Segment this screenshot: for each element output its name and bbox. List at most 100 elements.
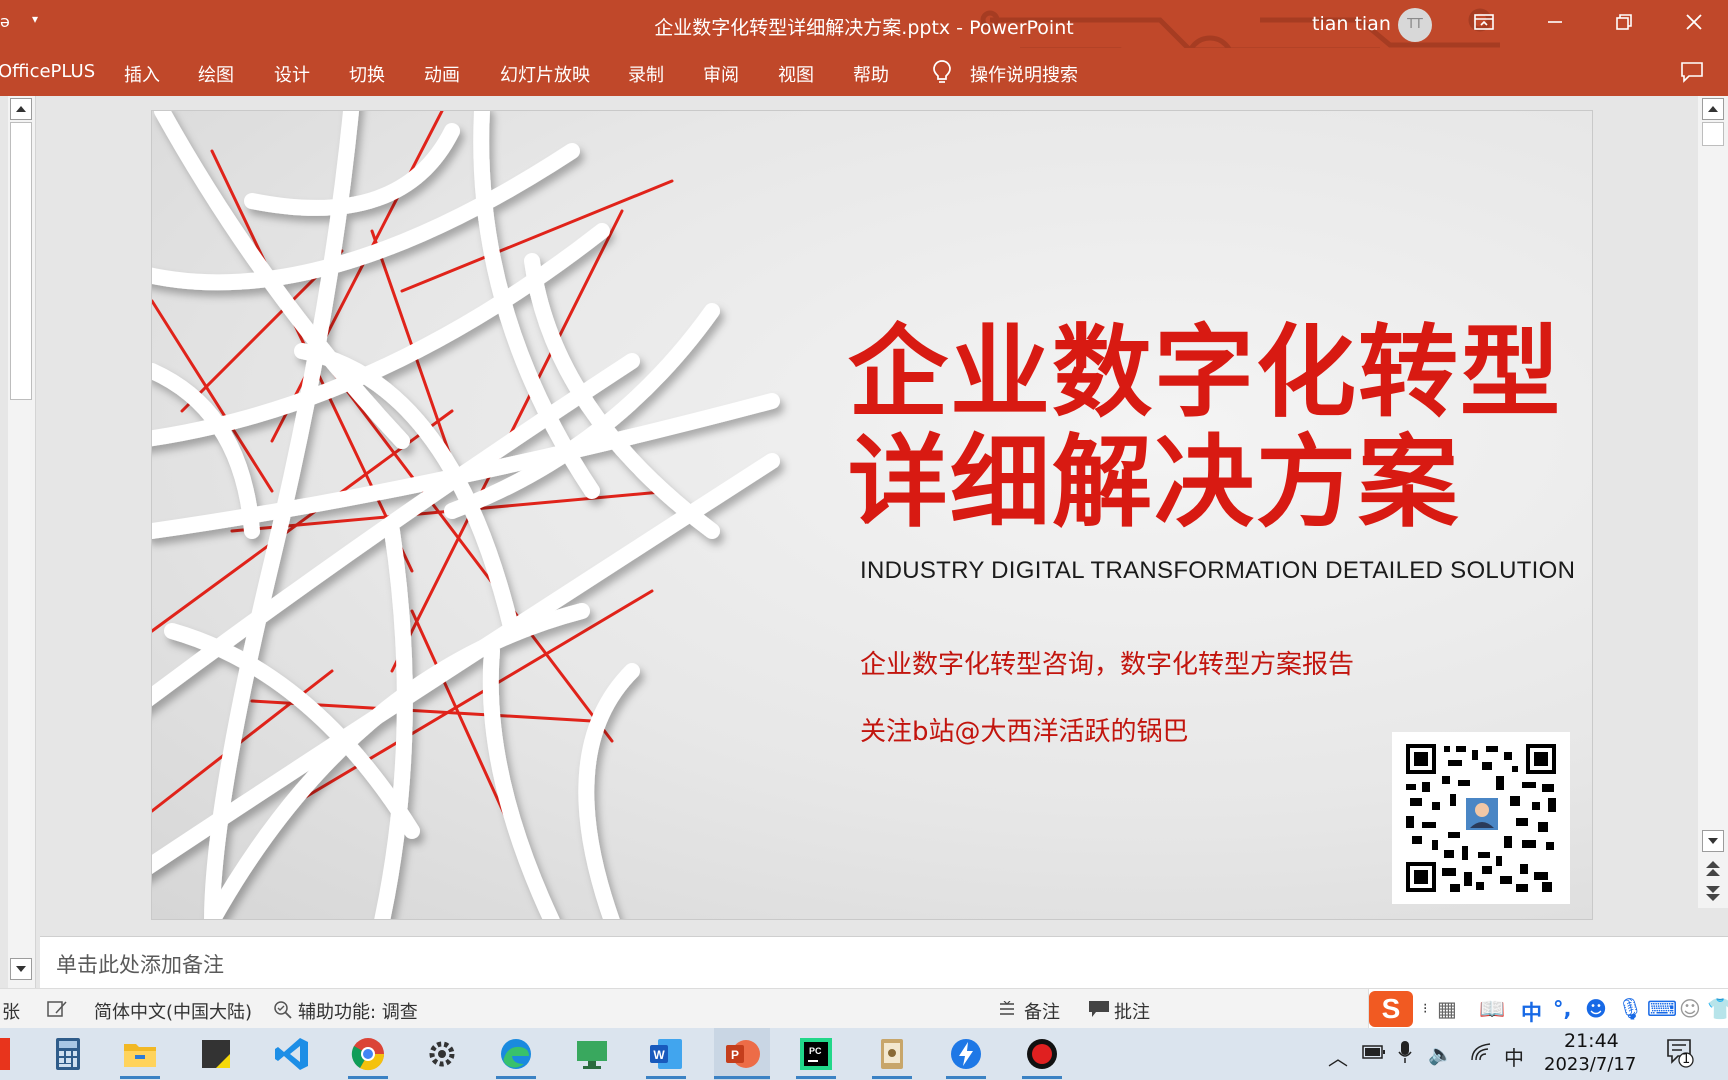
wifi-icon[interactable] bbox=[1470, 1042, 1492, 1062]
running-indicator bbox=[872, 1076, 912, 1079]
tab-draw[interactable]: 绘图 bbox=[198, 61, 234, 87]
keyboard-icon[interactable]: ⌨ bbox=[1647, 997, 1677, 1021]
slide-subtitle-english[interactable]: INDUSTRY DIGITAL TRANSFORMATION DETAILED… bbox=[860, 557, 1575, 585]
tab-animations[interactable]: 动画 bbox=[424, 61, 460, 87]
tab-insert[interactable]: 插入 bbox=[124, 61, 160, 87]
avatar[interactable]: TT bbox=[1398, 8, 1432, 42]
comment-bubble-icon[interactable] bbox=[1088, 1000, 1110, 1018]
running-indicator bbox=[348, 1076, 388, 1079]
slide-counter[interactable]: 张 bbox=[2, 998, 20, 1024]
spelling-check-icon[interactable] bbox=[46, 999, 68, 1019]
arrow-up-icon bbox=[16, 106, 26, 112]
clock-time[interactable]: 21:44 bbox=[1564, 1030, 1619, 1052]
notes-app-icon[interactable] bbox=[872, 1034, 912, 1074]
tab-slideshow[interactable]: 幻灯片放映 bbox=[500, 61, 590, 87]
slide-canvas[interactable]: 企业数字化转型 详细解决方案 INDUSTRY DIGITAL TRANSFOR… bbox=[151, 110, 1593, 920]
comments-button[interactable]: 批注 bbox=[1114, 998, 1150, 1024]
lightbulb-icon[interactable] bbox=[930, 58, 954, 86]
slide-title-line2[interactable]: 详细解决方案 bbox=[848, 433, 1460, 533]
comments-icon[interactable] bbox=[1680, 61, 1704, 83]
status-bar: 张 简体中文(中国大陆) 辅助功能: 调查 备注 批注 S ⁝ ▦ 📖 中 °,… bbox=[0, 988, 1728, 1029]
minimize-icon[interactable] bbox=[1543, 10, 1567, 34]
chrome-icon[interactable] bbox=[348, 1034, 388, 1074]
language-indicator[interactable]: 简体中文(中国大陆) bbox=[94, 998, 252, 1024]
microphone-tray-icon[interactable] bbox=[1398, 1040, 1412, 1064]
accessibility-status[interactable]: 辅助功能: 调查 bbox=[298, 998, 418, 1024]
running-indicator bbox=[714, 1076, 770, 1079]
running-indicator bbox=[646, 1076, 686, 1079]
tab-officeplus[interactable]: OfficePLUS bbox=[0, 61, 95, 82]
tab-review[interactable]: 审阅 bbox=[703, 61, 739, 87]
left-scrollbar[interactable] bbox=[8, 96, 36, 992]
tab-help[interactable]: 帮助 bbox=[853, 61, 889, 87]
notes-icon[interactable] bbox=[998, 1001, 1016, 1017]
ribbon-tabs: OfficePLUS 插入 绘图 设计 切换 动画 幻灯片放映 录制 审阅 视图… bbox=[0, 48, 1728, 96]
edge-icon[interactable] bbox=[496, 1034, 536, 1074]
settings-icon[interactable] bbox=[422, 1034, 462, 1074]
user-center-icon[interactable]: ☺ bbox=[1679, 997, 1701, 1021]
running-indicator bbox=[1022, 1076, 1062, 1079]
xunlei-icon[interactable] bbox=[946, 1034, 986, 1074]
notes-button[interactable]: 备注 bbox=[1024, 998, 1060, 1024]
vscode-icon[interactable] bbox=[272, 1034, 312, 1074]
handle-icon[interactable]: ⁝ bbox=[1423, 1001, 1427, 1017]
tab-design[interactable]: 设计 bbox=[274, 61, 310, 87]
file-explorer-icon[interactable] bbox=[120, 1034, 160, 1074]
show-hidden-icons-icon[interactable]: ︿ bbox=[1328, 1042, 1348, 1071]
obs-icon[interactable] bbox=[1022, 1034, 1062, 1074]
ime-mode-chinese[interactable]: 中 bbox=[1521, 997, 1542, 1027]
scroll-thumb[interactable] bbox=[10, 122, 32, 400]
input-method-toolbar: S ⁝ ▦ 📖 中 °, ☻ 🎙 ⌨ ☺ 👕 bbox=[1368, 989, 1728, 1029]
running-indicator bbox=[946, 1076, 986, 1079]
running-indicator bbox=[120, 1076, 160, 1079]
slide-text-follow[interactable]: 关注b站@大西洋活跃的锅巴 bbox=[860, 711, 1189, 748]
remote-desktop-icon[interactable] bbox=[572, 1034, 612, 1074]
svg-text:PC: PC bbox=[809, 1046, 822, 1056]
notes-pane[interactable]: 单击此处添加备注 bbox=[40, 936, 1728, 988]
tab-record[interactable]: 录制 bbox=[628, 61, 664, 87]
powerpoint-icon[interactable]: P bbox=[722, 1034, 762, 1074]
tab-view[interactable]: 视图 bbox=[778, 61, 814, 87]
word-icon[interactable]: W bbox=[646, 1034, 686, 1074]
emoji-icon[interactable]: ☻ bbox=[1585, 997, 1607, 1021]
scroll-up-button-right[interactable] bbox=[1702, 98, 1724, 120]
volume-icon[interactable]: 🔈 bbox=[1428, 1042, 1453, 1066]
scroll-up-button[interactable] bbox=[10, 98, 32, 120]
running-indicator bbox=[796, 1076, 836, 1079]
right-scrollbar[interactable] bbox=[1698, 96, 1728, 908]
user-name[interactable]: tian tian bbox=[1312, 13, 1391, 35]
notification-count: 1 bbox=[1682, 1052, 1691, 1067]
grid-view-icon[interactable]: ▦ bbox=[1437, 997, 1457, 1021]
sogou-logo-icon[interactable]: S bbox=[1369, 991, 1413, 1027]
skin-icon[interactable]: 👕 bbox=[1707, 997, 1728, 1022]
document-title: 企业数字化转型详细解决方案.pptx - PowerPoint bbox=[654, 17, 1074, 39]
start-partial-icon[interactable] bbox=[0, 1038, 10, 1070]
scroll-down-button-right[interactable] bbox=[1702, 830, 1724, 852]
tell-me-search[interactable]: 操作说明搜索 bbox=[970, 61, 1078, 87]
ime-punctuation[interactable]: °, bbox=[1553, 997, 1571, 1021]
arrow-up-icon bbox=[1708, 106, 1718, 112]
close-icon[interactable] bbox=[1682, 10, 1706, 34]
prev-next-slide-icon[interactable] bbox=[1703, 858, 1723, 904]
slide-text-consulting[interactable]: 企业数字化转型咨询，数字化转型方案报告 bbox=[860, 644, 1354, 681]
pycharm-icon[interactable]: PC bbox=[796, 1034, 836, 1074]
taskbar: W P PC ︿ 🔈 中 21:44 2023/7/17 1 bbox=[0, 1028, 1728, 1080]
scroll-thumb-right[interactable] bbox=[1702, 122, 1724, 146]
svg-text:W: W bbox=[653, 1048, 665, 1062]
ribbon-display-options-icon[interactable] bbox=[1472, 10, 1496, 34]
tray-language-indicator[interactable]: 中 bbox=[1504, 1042, 1524, 1071]
scroll-down-button[interactable] bbox=[10, 958, 32, 980]
clock-date[interactable]: 2023/7/17 bbox=[1544, 1054, 1636, 1075]
qr-code-image[interactable] bbox=[1392, 732, 1570, 904]
notes-placeholder[interactable]: 单击此处添加备注 bbox=[56, 949, 224, 979]
sticky-notes-icon[interactable] bbox=[196, 1034, 236, 1074]
microphone-icon[interactable]: 🎙 bbox=[1617, 997, 1644, 1022]
running-indicator bbox=[496, 1076, 536, 1079]
tab-transitions[interactable]: 切换 bbox=[349, 61, 385, 87]
accessibility-icon[interactable] bbox=[272, 999, 294, 1021]
calculator-icon[interactable] bbox=[48, 1034, 88, 1074]
battery-icon[interactable] bbox=[1362, 1044, 1386, 1060]
slide-title-line1[interactable]: 企业数字化转型 bbox=[848, 323, 1562, 423]
reading-view-icon[interactable]: 📖 bbox=[1479, 997, 1505, 1022]
restore-icon[interactable] bbox=[1612, 10, 1636, 34]
